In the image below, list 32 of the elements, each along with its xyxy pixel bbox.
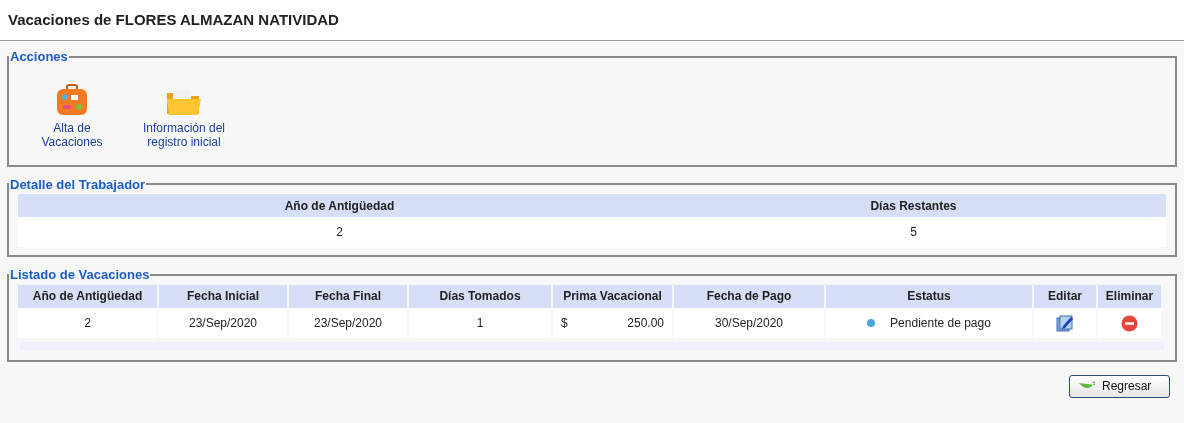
column-header: Días Restantes [660,194,1166,217]
currency-sign: $ [561,314,568,332]
page-title: Vacaciones de FLORES ALMAZAN NATIVIDAD [8,9,339,30]
column-header: Prima Vacacional [553,284,672,308]
action-link[interactable]: Alta de Vacaciones [30,120,114,149]
column-header: Fecha de Pago [674,284,824,308]
column-header: Editar [1034,284,1096,308]
column-header: Año de Antigüedad [18,194,661,217]
edit-icon[interactable] [1056,313,1074,332]
column-header: Estatus [826,284,1032,308]
table-cell: 23/Sep/2020 [289,307,407,338]
table-cell: 5 [660,217,1166,247]
amount: 250.00 [627,314,664,332]
column-header: Fecha Inicial [159,284,287,308]
column-header: Año de Antigüedad [18,284,157,308]
section-legend: Detalle del Trabajador [9,174,147,194]
column-header: Eliminar [1098,284,1161,308]
column-header: Días Tomados [409,284,551,308]
table-cell: 2 [18,217,661,247]
suitcase-icon [55,82,89,117]
action-link[interactable]: Información del registro inicial [142,120,226,149]
table-cell: 1 [409,307,551,338]
table-cell: 30/Sep/2020 [674,307,824,338]
back-button[interactable]: Regresar [1069,374,1170,398]
section-legend: Acciones [9,47,69,67]
delete-icon[interactable] [1121,314,1138,332]
table-cell: 23/Sep/2020 [159,307,287,338]
section-legend: Listado de Vacaciones [9,265,151,285]
curved-arrow-icon [1078,381,1096,391]
status-label: Pendiente de pago [890,314,991,332]
column-header: Fecha Final [289,284,407,308]
table-cell: 2 [18,307,157,338]
